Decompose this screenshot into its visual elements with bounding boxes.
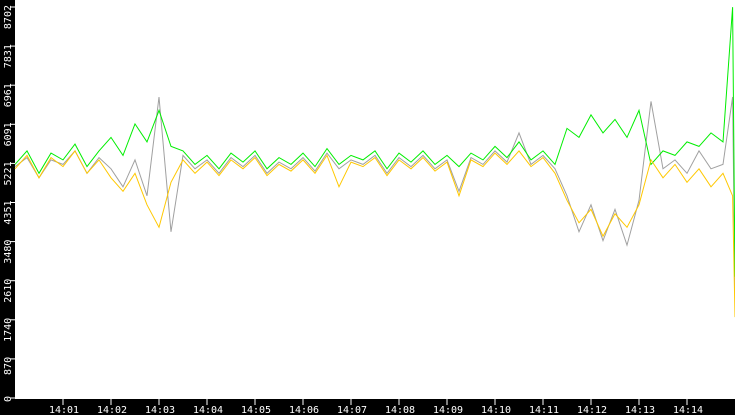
plot-area [15,0,735,399]
x-tick-label: 14:05 [241,405,271,415]
y-tick-label: 2610 [3,279,14,303]
y-tick-label: 1740 [3,318,14,342]
x-tick-label: 14:04 [193,405,223,415]
x-tick-label: 14:06 [289,405,319,415]
x-tick-label: 14:10 [481,405,511,415]
x-tick-label: 14:08 [385,405,415,415]
x-tick-label: 14:12 [577,405,607,415]
x-axis: 14:01 14:02 14:03 14:04 14:05 14:06 14:07 14:08… [49,399,703,415]
x-tick-label: 14:09 [433,405,463,415]
y-tick-label: 870 [3,357,14,375]
x-tick-label: 14:07 [337,405,367,415]
x-tick-label: 14:11 [529,405,559,415]
y-tick-label: 4351 [3,201,14,225]
x-tick-label: 14:02 [97,405,127,415]
y-tick-label: 8702 [3,5,14,29]
y-tick-label: 0 [3,396,14,402]
x-tick-label: 14:03 [145,405,175,415]
y-tick-label: 6091 [3,122,14,146]
y-tick-label: 3480 [3,240,14,264]
x-tick-label: 14:14 [673,405,703,415]
x-tick-label: 14:13 [625,405,655,415]
y-tick-label: 5221 [3,161,14,185]
y-tick-label: 6961 [3,83,14,107]
y-axis: 0 870 1740 2610 3480 4351 5221 6091 6961 7831 8702 [3,5,15,402]
x-tick-label: 14:01 [49,405,79,415]
y-tick-label: 7831 [3,44,14,68]
line-chart: 0 870 1740 2610 3480 4351 5221 6091 6961 7831 8702… [3,0,735,415]
